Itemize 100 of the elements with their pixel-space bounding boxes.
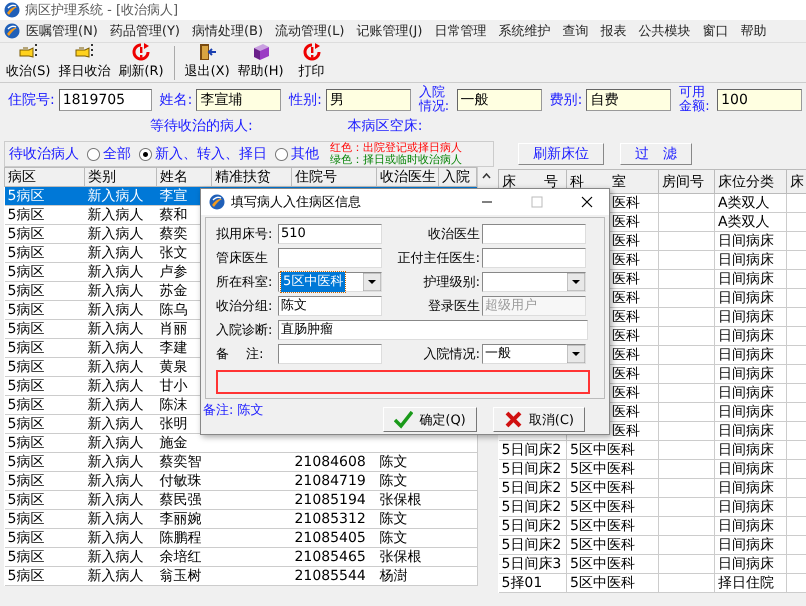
table-cell[interactable]: 21085544 (292, 566, 376, 586)
table-cell[interactable]: 蔡民强 (156, 490, 212, 510)
table-cell[interactable]: 新入病人 (84, 186, 156, 206)
table-cell[interactable]: 21085465 (292, 548, 376, 566)
table-cell[interactable]: 陈鹏程 (156, 528, 212, 548)
input-field[interactable] (278, 248, 382, 268)
toolbar-button[interactable]: 收治(S) (2, 42, 54, 80)
table-cell[interactable]: 5病区 (4, 472, 84, 490)
table-cell[interactable]: 李丽婉 (156, 510, 212, 528)
input-field[interactable]: 直肠肿瘤 (278, 320, 588, 340)
menu-item[interactable]: 系统维护 (492, 22, 556, 40)
menu-item[interactable]: 报表 (594, 22, 632, 40)
table-cell[interactable]: 新入病人 (84, 434, 156, 452)
table-cell[interactable]: 新入病人 (84, 224, 156, 244)
dialog-button[interactable]: 确定(Q) (383, 407, 477, 432)
table-cell[interactable]: 5病区 (4, 414, 84, 434)
table-cell[interactable]: 5病区 (4, 396, 84, 414)
table-cell[interactable]: 张保根 (376, 548, 438, 566)
table-cell[interactable]: 5病区 (4, 548, 84, 566)
table-cell[interactable]: 5病区 (4, 376, 84, 396)
table-cell[interactable]: 新入病人 (84, 262, 156, 282)
table-cell[interactable]: 新入病人 (84, 376, 156, 396)
radio-button[interactable] (87, 148, 100, 160)
table-cell[interactable]: 21084608 (292, 452, 376, 472)
menu-item[interactable]: 查询 (556, 22, 594, 40)
table-cell[interactable]: 新入病人 (84, 566, 156, 586)
action-button[interactable]: 过 滤 (620, 143, 692, 165)
table-cell[interactable]: 5病区 (4, 300, 84, 320)
radio-button[interactable] (275, 148, 288, 160)
menu-item[interactable]: 日常管理 (428, 22, 492, 40)
table-cell[interactable]: 余培红 (156, 548, 212, 566)
column-header[interactable]: 房间号 (658, 170, 714, 194)
input-field[interactable]: 陈文 (278, 296, 382, 316)
menu-item[interactable]: 医嘱管理(N) (20, 22, 104, 40)
table-cell[interactable]: 5病区 (4, 510, 84, 528)
input-field[interactable] (278, 344, 382, 364)
column-header[interactable]: 入院 (438, 168, 476, 186)
table-cell[interactable]: 新入病人 (84, 510, 156, 528)
table-cell[interactable]: 5病区 (4, 224, 84, 244)
table-cell[interactable]: 蔡奕智 (156, 452, 212, 472)
table-cell[interactable]: 5病区 (4, 490, 84, 510)
table-cell[interactable]: 5病区 (4, 528, 84, 548)
input-field[interactable]: 自费 (586, 89, 672, 111)
table-cell[interactable]: 5病区 (4, 320, 84, 338)
table-cell[interactable]: 5病区 (4, 206, 84, 224)
input-field[interactable]: 510 (278, 224, 382, 244)
table-cell[interactable]: 付敏珠 (156, 472, 212, 490)
table-cell[interactable]: 新入病人 (84, 452, 156, 472)
table-cell[interactable]: 新入病人 (84, 414, 156, 434)
table-cell[interactable]: 5病区 (4, 434, 84, 452)
table-cell[interactable]: 5病区 (4, 244, 84, 262)
toolbar-button[interactable]: 帮助(H) (234, 42, 288, 80)
table-cell[interactable]: 5病区 (4, 186, 84, 206)
table-cell[interactable]: 5病区 (4, 338, 84, 358)
table-cell[interactable]: 新入病人 (84, 244, 156, 262)
input-field[interactable]: 一般 (456, 89, 542, 111)
table-cell[interactable]: 翁玉树 (156, 566, 212, 586)
table-cell[interactable]: 新入病人 (84, 472, 156, 490)
table-cell[interactable]: 陈文 (376, 452, 438, 472)
input-field[interactable] (482, 224, 586, 244)
menu-item[interactable]: 药品管理(Y) (104, 22, 186, 40)
table-cell[interactable]: 陈文 (376, 510, 438, 528)
table-cell[interactable]: 21084719 (292, 472, 376, 490)
menu-item[interactable]: 公共模块 (632, 22, 696, 40)
table-cell[interactable]: 新入病人 (84, 396, 156, 414)
dropdown[interactable]: 5区中医科 (278, 272, 382, 292)
table-cell[interactable]: 杨澍 (376, 566, 438, 586)
radio-button[interactable] (139, 148, 152, 160)
table-cell[interactable]: 新入病人 (84, 358, 156, 376)
table-cell[interactable]: 21085405 (292, 528, 376, 548)
input-field[interactable]: 100 (717, 89, 802, 111)
dropdown[interactable]: 一般 (482, 344, 586, 364)
table-cell[interactable]: 新入病人 (84, 528, 156, 548)
menu-item[interactable]: 帮助 (734, 22, 772, 40)
column-header[interactable]: 床 (786, 170, 806, 194)
table-cell[interactable]: 新入病人 (84, 320, 156, 338)
toolbar-button[interactable]: 打印 (288, 42, 336, 80)
toolbar-button[interactable]: 退出(X) (180, 42, 234, 80)
input-field[interactable]: 1819705 (58, 89, 152, 111)
table-cell[interactable]: 5病区 (4, 262, 84, 282)
input-field[interactable] (482, 248, 586, 268)
table-cell[interactable]: 5病区 (4, 358, 84, 376)
table-cell[interactable]: 新入病人 (84, 206, 156, 224)
table-cell[interactable]: 5病区 (4, 566, 84, 586)
table-cell[interactable]: 新入病人 (84, 490, 156, 510)
input-field[interactable]: 男 (326, 89, 411, 111)
table-cell[interactable]: 21085194 (292, 490, 376, 510)
menu-item[interactable]: 记账管理(J) (350, 22, 428, 40)
column-header[interactable]: 病区 (4, 168, 84, 186)
dropdown[interactable] (482, 272, 586, 292)
column-header[interactable]: 床位分类 (714, 170, 786, 194)
table-cell[interactable]: 21085312 (292, 510, 376, 528)
table-cell[interactable]: 张保根 (376, 490, 438, 510)
table-cell[interactable]: 陈文 (376, 472, 438, 490)
column-header[interactable]: 类别 (84, 168, 156, 186)
table-cell[interactable]: 5病区 (4, 452, 84, 472)
dialog-button[interactable]: 取消(C) (492, 407, 585, 432)
column-header[interactable]: 收治医生 (376, 168, 438, 186)
toolbar-button[interactable]: 刷新(R) (114, 42, 168, 80)
table-cell[interactable]: 新入病人 (84, 548, 156, 566)
